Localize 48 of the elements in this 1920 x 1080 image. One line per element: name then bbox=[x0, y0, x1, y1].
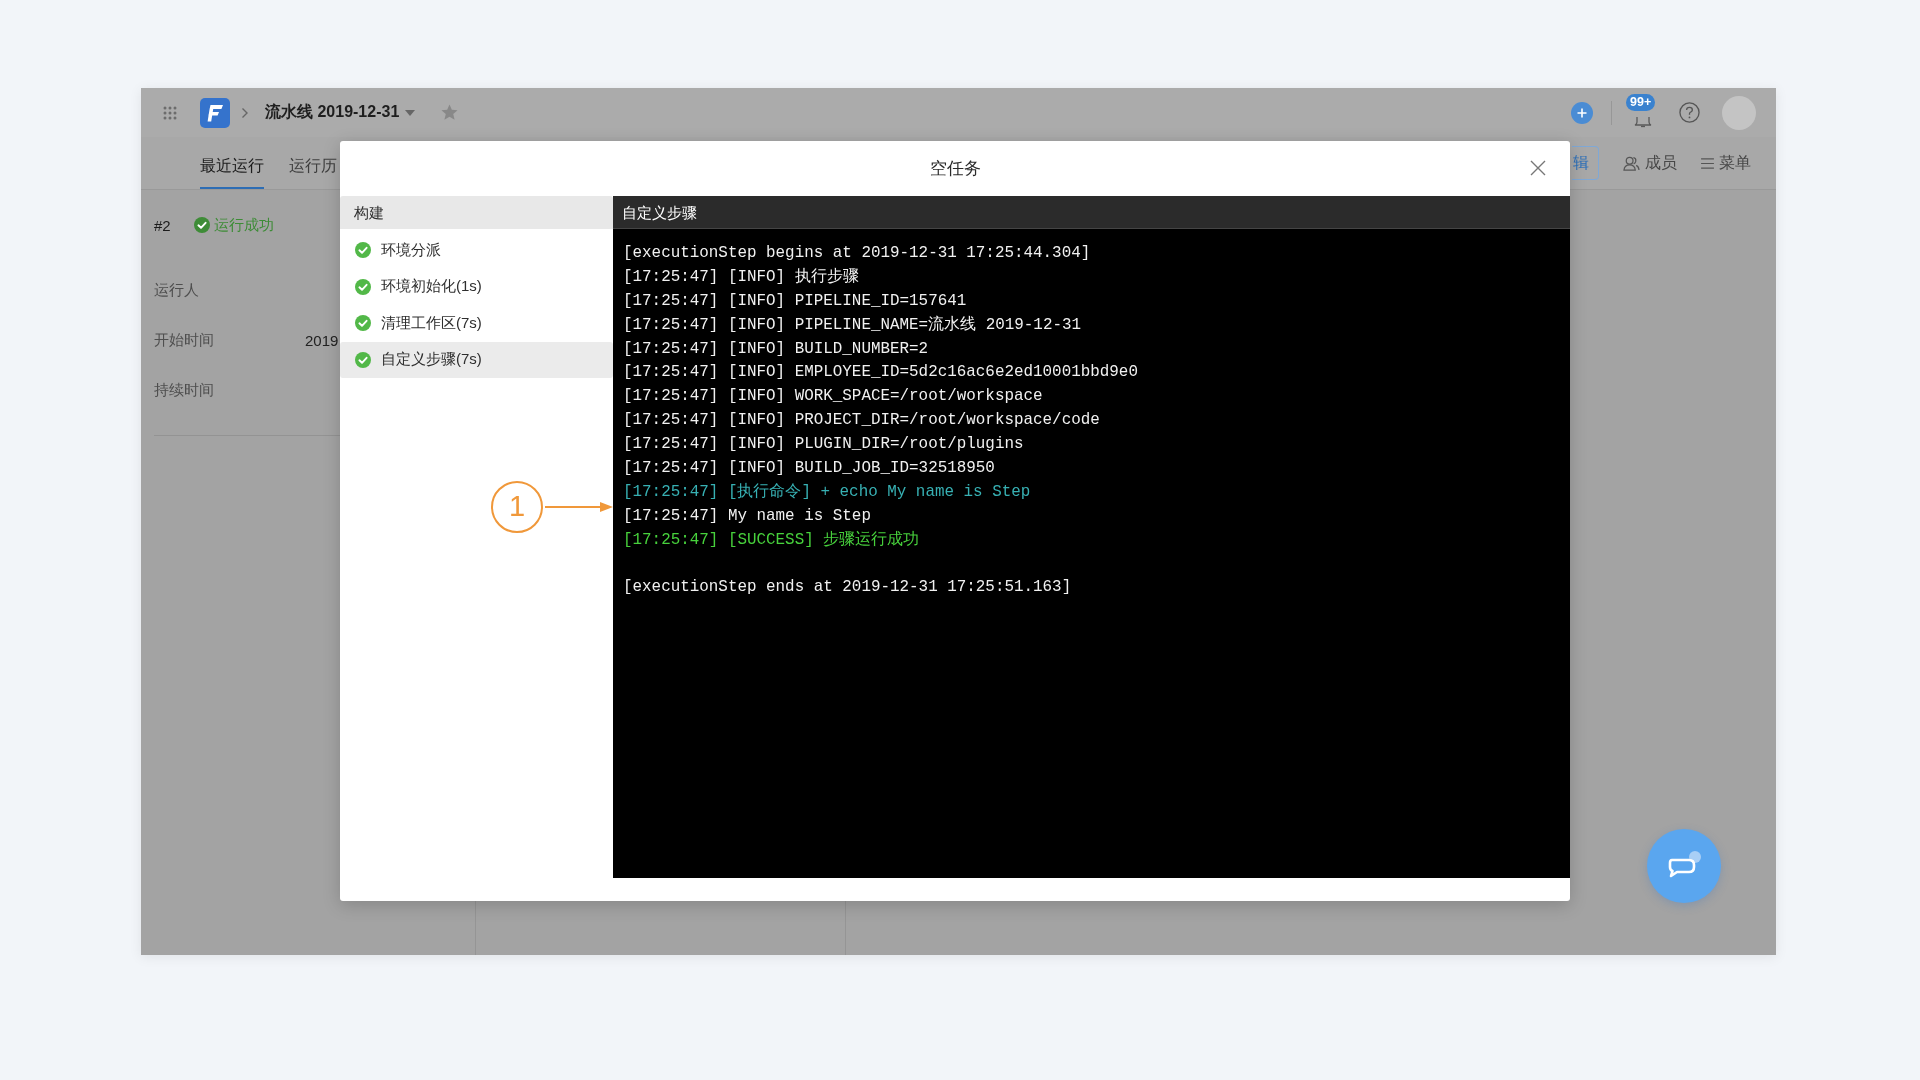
log-line: [17:25:47] [INFO] EMPLOYEE_ID=5d2c16ac6e2ed10001bbd9e0 bbox=[623, 362, 1138, 384]
log-line: [17:25:47] [INFO] WORK_SPACE=/root/workspace bbox=[623, 386, 1043, 408]
field-label: 持续时间 bbox=[154, 380, 215, 400]
log-line: [17:25:47] My name is Step bbox=[623, 505, 871, 527]
members-button[interactable]: 成员 bbox=[1623, 152, 1677, 174]
add-button[interactable] bbox=[1571, 101, 1593, 124]
apps-grid-icon[interactable] bbox=[163, 105, 177, 120]
log-line: [17:25:47] [SUCCESS] 步骤运行成功 bbox=[623, 529, 920, 551]
log-line: [executionStep begins at 2019-12-31 17:25:44.304] bbox=[623, 243, 1091, 264]
log-line: [17:25:47] [INFO] PIPELINE_ID=157641 bbox=[623, 290, 967, 312]
field-value: 2019 bbox=[305, 331, 339, 349]
run-number: #2 bbox=[154, 216, 171, 234]
plus-icon bbox=[1577, 107, 1587, 118]
log-line: [17:25:47] [INFO] PIPELINE_NAME=流水线 2019-12-31 bbox=[623, 314, 1082, 336]
help-icon[interactable] bbox=[1679, 102, 1700, 123]
log-line: [17:25:47] [执行命令] + echo My name is Step bbox=[623, 481, 1031, 503]
log-line: [17:25:47] [INFO] PROJECT_DIR=/root/workspace/code bbox=[623, 410, 1100, 432]
log-header: 自定义步骤 bbox=[613, 196, 1570, 229]
menu-button[interactable]: 菜单 bbox=[1701, 152, 1751, 174]
log-line: [17:25:47] [INFO] PLUGIN_DIR=/root/plugins bbox=[623, 434, 1024, 456]
pipeline-title[interactable]: 流水线 2019-12-31 bbox=[265, 102, 400, 123]
step-item[interactable]: 自定义步骤(7s) bbox=[340, 341, 613, 378]
callout-number: 1 bbox=[491, 481, 543, 533]
notification-count[interactable]: 99+ bbox=[1626, 93, 1656, 111]
chevron-right-icon bbox=[241, 106, 249, 119]
step-item[interactable]: 环境初始化(1s) bbox=[340, 268, 613, 305]
log-line: [17:25:47] [INFO] BUILD_NUMBER=2 bbox=[623, 338, 929, 360]
callout-arrow bbox=[545, 500, 613, 514]
field-label: 开始时间 bbox=[154, 330, 215, 350]
close-icon bbox=[1530, 160, 1546, 176]
log-line: [17:25:47] [INFO] BUILD_JOB_ID=32518950 bbox=[623, 458, 995, 479]
steps-header: 构建 bbox=[340, 196, 613, 229]
dialog-title: 空任务 bbox=[929, 158, 981, 180]
caret-down-icon[interactable] bbox=[405, 109, 416, 116]
run-status: 运行成功 bbox=[213, 215, 274, 235]
close-button[interactable] bbox=[1530, 160, 1546, 176]
log-line: [17:25:47] [INFO] 执行步骤 bbox=[623, 266, 859, 288]
tab[interactable]: 最近运行 bbox=[200, 137, 264, 189]
step-item[interactable]: 环境分派 bbox=[340, 232, 613, 269]
menu-icon bbox=[1701, 157, 1714, 169]
logo-icon[interactable] bbox=[200, 97, 230, 128]
tab[interactable]: 运行历 bbox=[289, 137, 337, 189]
step-item[interactable]: 清理工作区(7s) bbox=[340, 305, 613, 342]
log-line: [executionStep ends at 2019-12-31 17:25:51.163] bbox=[623, 577, 1072, 599]
bell-icon[interactable] bbox=[1634, 115, 1652, 128]
people-icon bbox=[1623, 155, 1640, 171]
field-label: 运行人 bbox=[154, 280, 200, 300]
star-icon[interactable] bbox=[441, 104, 459, 121]
